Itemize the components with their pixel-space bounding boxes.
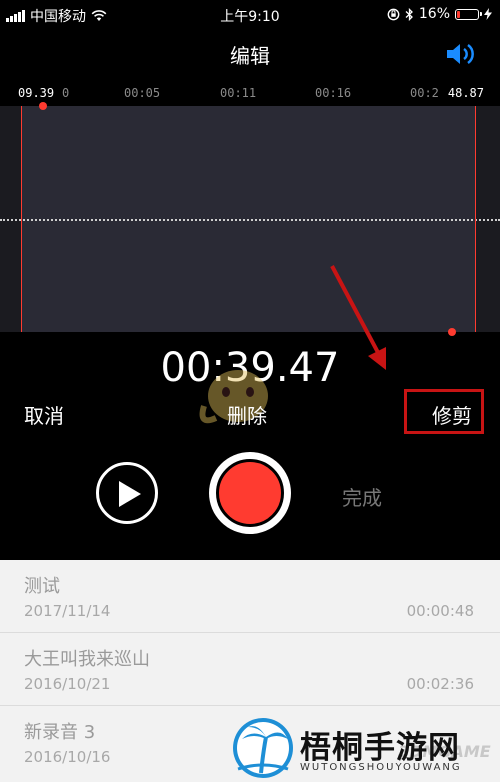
battery-fill [457,10,460,18]
list-item[interactable]: 大王叫我来巡山 2016/10/21 00:02:36 [0,633,500,706]
recording-title: 大王叫我来巡山 [24,649,150,670]
delete-button[interactable]: 删除 [227,400,267,429]
status-right: 16% [387,6,492,22]
recording-duration: 00:00:48 [406,602,474,620]
timeline-tick: 0 [62,86,70,100]
status-bar: 中国移动 上午9:10 16% [0,0,500,30]
play-button[interactable] [96,462,158,524]
timeline-tick: 00:16 [315,86,352,100]
trim-end-knob[interactable] [448,328,456,336]
charging-icon [484,8,492,20]
brand-logo-icon [233,718,293,778]
record-icon [216,459,284,527]
recording-title: 测试 [24,576,60,597]
recording-date: 2017/11/14 [24,602,111,620]
record-button[interactable] [209,452,291,534]
play-icon [119,481,141,507]
timeline-ruler: 09.39 0 00:05 00:11 00:16 00:2 48.87 [0,84,500,106]
brand-pinyin: WUTONGSHOUYOUWANG [300,762,462,773]
trim-start-time: 09.39 [18,86,55,100]
trim-end-handle[interactable] [448,106,476,336]
page-title: 编辑 [230,44,270,68]
brand-watermark: 梧桐手游网 [300,730,460,766]
recording-duration: 00:02:36 [406,675,474,693]
recording-date: 2016/10/21 [24,675,111,693]
list-item[interactable]: 测试 2017/11/14 00:00:48 [0,560,500,633]
done-button[interactable]: 完成 [342,482,382,511]
battery-percent: 16% [418,6,450,22]
bluetooth-icon [405,7,413,21]
battery-icon [455,8,482,20]
trim-end-time: 48.87 [447,86,484,100]
trim-start-knob[interactable] [39,102,47,110]
speaker-volume-icon[interactable] [444,40,480,68]
recording-title: 新录音 3 [24,722,96,743]
cancel-button[interactable]: 取消 [24,400,64,429]
timeline-tick: 00:11 [220,86,257,100]
timeline-tick: 00:2 [410,86,439,100]
waveform-line [0,219,500,221]
timeline-tick: 00:05 [124,86,161,100]
trim-start-handle[interactable] [21,102,47,332]
recording-date: 2016/10/16 [24,748,111,766]
rotation-lock-icon [387,8,400,20]
trim-button[interactable]: 修剪 [432,400,472,429]
waveform-editor[interactable] [0,102,500,336]
